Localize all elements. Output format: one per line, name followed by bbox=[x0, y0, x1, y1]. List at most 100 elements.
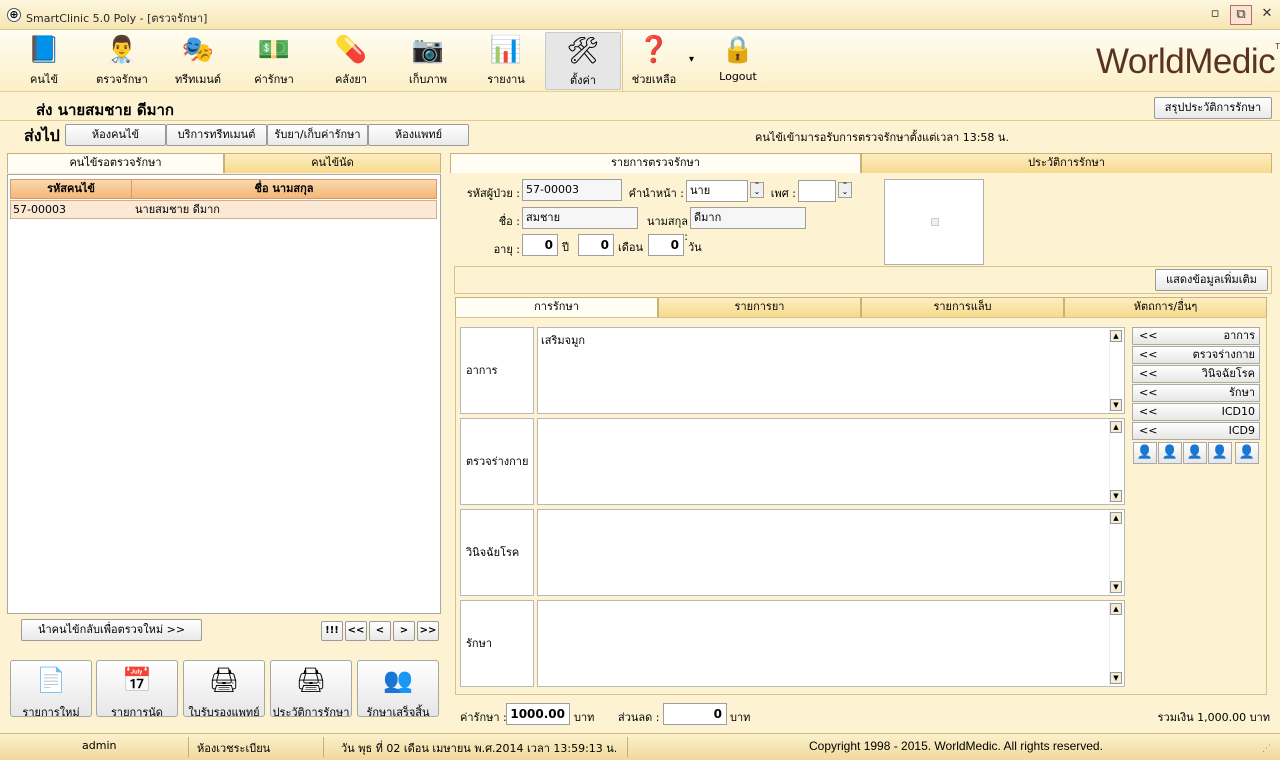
tab-appointment-patients[interactable]: คนไข้นัด bbox=[224, 153, 441, 173]
patient-id-label: รหัสผู้ป่วย : bbox=[466, 187, 520, 200]
photo-placeholder-icon bbox=[931, 218, 939, 226]
toolbar-patient-button[interactable]: 📘 คนไข้ bbox=[6, 32, 82, 90]
age-days-field[interactable]: 0 bbox=[648, 234, 684, 256]
tools-icon: 🛠 bbox=[566, 36, 600, 66]
tab-examination[interactable]: รายการตรวจรักษา bbox=[450, 153, 861, 173]
send-to-label: ส่งไป bbox=[24, 126, 60, 145]
template-label: ICD10 bbox=[1221, 405, 1255, 418]
tab-treatment-history[interactable]: ประวัติการรักษา bbox=[861, 153, 1272, 173]
status-datetime: วัน พุธ ที่ 02 เดือน เมษายน พ.ศ.2014 เวล… bbox=[341, 742, 618, 755]
patient-id-field[interactable]: 57-00003 bbox=[522, 179, 622, 201]
toolbar-treatment-button[interactable]: 🎭 ทรีทเมนต์ bbox=[160, 32, 236, 90]
doctor-5-icon[interactable]: 👤 bbox=[1235, 442, 1259, 464]
tab-treatment[interactable]: การรักษา bbox=[455, 297, 658, 317]
new-record-button[interactable]: 📄 รายการใหม่ bbox=[10, 660, 92, 719]
appointment-list-button[interactable]: 📅 รายการนัด bbox=[96, 660, 178, 719]
patient-photo[interactable] bbox=[884, 179, 984, 265]
send-pharmacy-cashier-button[interactable]: รับยา/เก็บค่ารักษา bbox=[267, 124, 368, 146]
last-name-field[interactable]: ดีมาก bbox=[690, 207, 806, 229]
show-more-info-button[interactable]: แสดงข้อมูลเพิ่มเติม bbox=[1155, 269, 1268, 291]
status-separator bbox=[627, 737, 628, 757]
template-physical-exam-button[interactable]: << ตรวจร่างกาย bbox=[1132, 346, 1260, 364]
status-separator bbox=[188, 737, 189, 757]
age-years-field[interactable]: 0 bbox=[522, 234, 558, 256]
template-treatment-button[interactable]: << รักษา bbox=[1132, 384, 1260, 402]
age-months-field[interactable]: 0 bbox=[578, 234, 614, 256]
nav-last-button[interactable]: >> bbox=[417, 621, 439, 641]
tab-procedures[interactable]: หัตถการ/อื่นๆ bbox=[1064, 297, 1267, 317]
minimize-icon[interactable]: ▫ bbox=[1204, 5, 1226, 25]
nav-refresh-button[interactable]: !!! bbox=[321, 621, 343, 641]
tab-drug-list[interactable]: รายการยา bbox=[658, 297, 861, 317]
brand-logo: WorldMedicTM bbox=[1096, 42, 1280, 82]
prefix-select[interactable]: นาย bbox=[686, 180, 748, 202]
toolbar-examine-button[interactable]: 👨‍⚕️ ตรวจรักษา bbox=[84, 32, 160, 90]
toolbar-label: ตรวจรักษา bbox=[96, 73, 148, 86]
nav-next-button[interactable]: > bbox=[393, 621, 415, 641]
sex-select[interactable] bbox=[798, 180, 836, 202]
toolbar-pharmacy-button[interactable]: 💊 คลังยา bbox=[313, 32, 389, 90]
scroll-down-icon[interactable]: ▼ bbox=[1110, 399, 1122, 411]
doctor-2-icon[interactable]: 👤 bbox=[1158, 442, 1182, 464]
first-name-field[interactable]: สมชาย bbox=[522, 207, 638, 229]
physical-exam-scrollbar[interactable]: ▲ ▼ bbox=[1109, 419, 1124, 504]
template-icd9-button[interactable]: << ICD9 bbox=[1132, 422, 1260, 440]
prefix-spinner-icon[interactable]: ⌃ ⌄ bbox=[750, 182, 764, 198]
nav-prev-button[interactable]: < bbox=[369, 621, 391, 641]
diagnosis-textarea[interactable]: ▲ ▼ bbox=[537, 509, 1125, 596]
toolbar-fee-button[interactable]: 💵 ค่ารักษา bbox=[236, 32, 312, 90]
template-diagnosis-button[interactable]: << วินิจฉัยโรค bbox=[1132, 365, 1260, 383]
nav-first-button[interactable]: << bbox=[345, 621, 367, 641]
physical-exam-textarea[interactable]: ▲ ▼ bbox=[537, 418, 1125, 505]
diagnosis-scrollbar[interactable]: ▲ ▼ bbox=[1109, 510, 1124, 595]
resize-grip-icon[interactable]: ⋰ bbox=[1262, 744, 1271, 754]
discount-field[interactable]: 0 bbox=[663, 703, 727, 725]
waiting-patient-list bbox=[7, 174, 441, 614]
fee-label: ค่ารักษา : bbox=[460, 711, 507, 724]
toolbar-settings-button[interactable]: 🛠 ตั้งค่า bbox=[545, 32, 621, 90]
medical-certificate-button[interactable]: 🖨 ใบรับรองแพทย์ bbox=[183, 660, 265, 719]
doctor-4-icon[interactable]: 👤 bbox=[1208, 442, 1232, 464]
treatment-textarea[interactable]: ▲ ▼ bbox=[537, 600, 1125, 687]
scroll-down-icon[interactable]: ▼ bbox=[1110, 672, 1122, 684]
tab-lab-list[interactable]: รายการแล็บ bbox=[861, 297, 1064, 317]
fee-field[interactable]: 1000.00 bbox=[506, 703, 570, 725]
toolbar-report-button[interactable]: 📊 รายงาน bbox=[468, 32, 544, 90]
scroll-up-icon[interactable]: ▲ bbox=[1110, 421, 1122, 433]
scroll-up-icon[interactable]: ▲ bbox=[1110, 330, 1122, 342]
symptom-textarea[interactable]: เสริมจมูก ▲ ▼ bbox=[537, 327, 1125, 414]
table-row[interactable]: 57-00003 นายสมชาย ดีมาก bbox=[10, 200, 437, 219]
send-treatment-service-button[interactable]: บริการทรีทเมนต์ bbox=[166, 124, 267, 146]
scroll-up-icon[interactable]: ▲ bbox=[1110, 512, 1122, 524]
toolbar-photo-button[interactable]: 📷 เก็บภาพ bbox=[390, 32, 466, 90]
finish-treatment-button[interactable]: 👥 รักษาเสร็จสิ้น bbox=[357, 660, 439, 719]
treatment-scrollbar[interactable]: ▲ ▼ bbox=[1109, 601, 1124, 686]
doctor-3-icon[interactable]: 👤 bbox=[1183, 442, 1207, 464]
close-icon[interactable]: ✕ bbox=[1256, 5, 1278, 25]
tab-waiting-patients[interactable]: คนไข้รอตรวจรักษา bbox=[7, 153, 224, 173]
double-left-arrow-icon: << bbox=[1139, 367, 1158, 380]
toolbar-logout-button[interactable]: 🔒 Logout bbox=[700, 32, 776, 90]
template-icd10-button[interactable]: << ICD10 bbox=[1132, 403, 1260, 421]
sex-label: เพศ : bbox=[770, 187, 796, 200]
help-dropdown-icon[interactable]: ▾ bbox=[689, 54, 694, 65]
scroll-down-icon[interactable]: ▼ bbox=[1110, 490, 1122, 502]
scroll-up-icon[interactable]: ▲ bbox=[1110, 603, 1122, 615]
column-patient-name[interactable]: ชื่อ นามสกุล bbox=[132, 180, 436, 198]
column-patient-id[interactable]: รหัสคนไข้ bbox=[11, 180, 132, 198]
send-patient-room-button[interactable]: ห้องคนไข้ bbox=[65, 124, 166, 146]
return-patient-button[interactable]: นำคนไข้กลับเพื่อตรวจใหม่ >> bbox=[21, 619, 202, 641]
restore-icon[interactable]: ⧉ bbox=[1230, 5, 1252, 25]
treatment-summary-button[interactable]: สรุปประวัติการรักษา bbox=[1154, 97, 1272, 119]
users-check-icon: 👥 bbox=[383, 666, 413, 694]
first-name-label: ชื่อ : bbox=[498, 215, 520, 228]
treatment-history-button[interactable]: 🖨 ประวัติการรักษา bbox=[270, 660, 352, 719]
send-doctor-room-button[interactable]: ห้องแพทย์ bbox=[368, 124, 469, 146]
template-symptom-button[interactable]: << อาการ bbox=[1132, 327, 1260, 345]
app-icon[interactable]: ⊕ bbox=[7, 8, 21, 22]
doctor-1-icon[interactable]: 👤 bbox=[1133, 442, 1157, 464]
scroll-down-icon[interactable]: ▼ bbox=[1110, 581, 1122, 593]
symptom-scrollbar[interactable]: ▲ ▼ bbox=[1109, 328, 1124, 413]
toolbar-help-button[interactable]: ❓ ช่วยเหลือ bbox=[616, 32, 692, 90]
sex-spinner-icon[interactable]: ⌃ ⌄ bbox=[838, 182, 852, 198]
